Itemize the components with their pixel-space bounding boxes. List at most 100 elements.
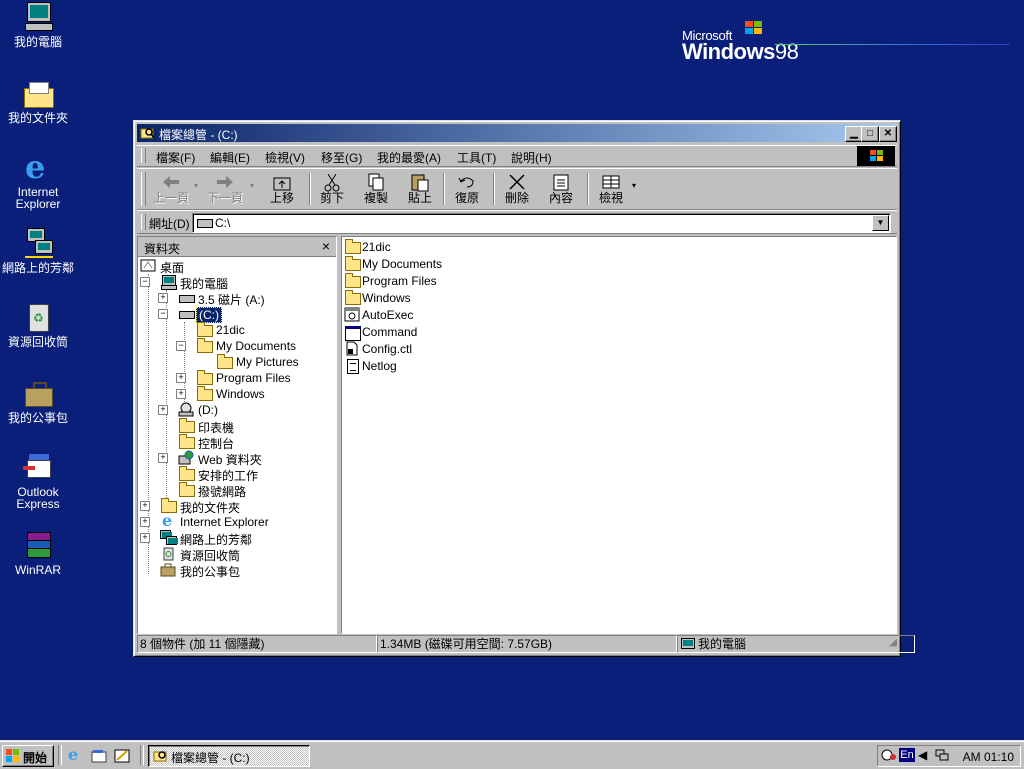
batch-file-icon xyxy=(344,307,360,322)
expand-icon[interactable]: + xyxy=(176,373,186,383)
up-button[interactable]: 上移 xyxy=(260,171,304,207)
status-size: 1.34MB (磁碟可用空間: 7.57GB) xyxy=(377,635,677,653)
cut-button[interactable]: 剪下 xyxy=(310,171,354,207)
network-tray-icon[interactable] xyxy=(934,748,950,762)
scheduler-tray-icon[interactable] xyxy=(881,748,897,762)
expand-icon[interactable]: + xyxy=(140,501,150,511)
windows-logo-icon xyxy=(857,146,895,166)
collapse-icon[interactable]: − xyxy=(176,341,186,351)
network-icon xyxy=(21,228,55,260)
taskbar-separator xyxy=(140,745,144,765)
drive-icon xyxy=(197,219,213,228)
back-button[interactable]: 上一頁 xyxy=(149,171,193,207)
copy-button[interactable]: 複製 xyxy=(354,171,398,207)
computer-icon xyxy=(160,274,177,290)
cd-drive-icon xyxy=(178,402,194,417)
folders-pane-close-button[interactable]: × xyxy=(322,238,330,254)
paste-icon xyxy=(409,172,431,192)
back-dropdown-icon[interactable]: ▾ xyxy=(194,181,198,190)
computer-icon xyxy=(681,638,695,650)
forward-arrow-icon xyxy=(214,172,236,192)
menu-edit[interactable]: 編輯(E) xyxy=(210,149,250,166)
resize-grip[interactable]: ◢ xyxy=(889,637,897,648)
address-label: 網址(D) xyxy=(149,217,190,231)
desktop-icon-network[interactable]: 網路上的芳鄰 xyxy=(0,228,78,274)
menu-help[interactable]: 說明(H) xyxy=(511,149,552,166)
collapse-icon[interactable]: − xyxy=(140,277,150,287)
windows-flag-icon xyxy=(6,749,19,762)
forward-button[interactable]: 下一頁 xyxy=(203,171,247,207)
dialup-icon xyxy=(178,482,195,497)
expand-icon[interactable]: + xyxy=(158,453,168,463)
folders-pane-header: 資料夾 × xyxy=(138,237,336,257)
minimize-icon: ▁ xyxy=(850,128,858,139)
language-indicator[interactable]: En xyxy=(899,748,915,762)
desktop-icon-winrar[interactable]: WinRAR xyxy=(0,530,78,576)
explorer-icon xyxy=(140,128,155,139)
expand-icon[interactable]: + xyxy=(158,405,168,415)
brand-windows: Windows98 xyxy=(682,39,799,64)
desktop-icon-internet-explorer[interactable]: e Internet Explorer xyxy=(0,151,78,210)
briefcase-icon xyxy=(21,378,55,410)
address-input[interactable]: C:\ ▼ xyxy=(192,213,891,233)
views-dropdown-icon[interactable]: ▾ xyxy=(632,181,636,190)
expand-icon[interactable]: + xyxy=(158,293,168,303)
close-button[interactable]: ✕ xyxy=(879,126,897,142)
title-bar[interactable]: 檔案總管 - (C:) ▁ □ ✕ xyxy=(137,124,897,142)
menu-favorites[interactable]: 我的最愛(A) xyxy=(377,149,441,166)
properties-button[interactable]: 內容 xyxy=(539,171,583,207)
delete-button[interactable]: 刪除 xyxy=(495,171,539,207)
expand-icon[interactable]: + xyxy=(176,389,186,399)
addressbar-grip[interactable] xyxy=(141,214,146,230)
expand-icon[interactable]: + xyxy=(140,517,150,527)
volume-icon[interactable]: ◀ xyxy=(918,748,927,762)
desktop-icon-outlook-express[interactable]: Outlook Express xyxy=(0,452,78,510)
close-icon: ✕ xyxy=(883,128,893,139)
program-icon xyxy=(344,324,361,341)
folder-icon xyxy=(21,78,55,110)
start-button[interactable]: 開始 xyxy=(2,745,54,767)
quicklaunch-outlook-icon[interactable] xyxy=(91,748,107,764)
views-button[interactable]: 檢視 xyxy=(589,171,633,207)
folder-icon xyxy=(344,273,361,288)
brand-line xyxy=(775,44,1010,45)
paste-button[interactable]: 貼上 xyxy=(398,171,442,207)
copy-icon xyxy=(365,172,387,192)
menu-file[interactable]: 檔案(F) xyxy=(156,149,195,166)
system-tray: En ◀ AM 01:10 xyxy=(877,745,1021,767)
forward-dropdown-icon[interactable]: ▾ xyxy=(250,181,254,190)
status-location: 我的電腦 xyxy=(677,635,915,653)
briefcase-icon xyxy=(160,562,176,577)
maximize-button[interactable]: □ xyxy=(861,126,879,142)
desktop-icon-my-documents[interactable]: 我的文件夾 xyxy=(0,78,78,124)
standard-toolbar: 上一頁 ▾ 下一頁 ▾ 上移 剪下 複製 貼上 復原 刪除 內容 檢視 ▾ xyxy=(137,168,897,210)
recycle-bin-icon xyxy=(160,546,176,561)
desktop-icon-label: Outlook Express xyxy=(16,485,60,511)
desktop-icon-briefcase[interactable]: 我的公事包 xyxy=(0,378,78,424)
address-bar: 網址(D) C:\ ▼ xyxy=(137,210,897,234)
address-dropdown-button[interactable]: ▼ xyxy=(872,215,889,231)
menu-view[interactable]: 檢視(V) xyxy=(265,149,305,166)
folder-icon xyxy=(216,354,233,369)
menu-bar: 檔案(F) 編輯(E) 檢視(V) 移至(G) 我的最愛(A) 工具(T) 說明… xyxy=(137,145,897,167)
desktop-icon-my-computer[interactable]: 我的電腦 xyxy=(0,2,78,48)
clock[interactable]: AM 01:10 xyxy=(963,750,1014,764)
expand-icon[interactable]: + xyxy=(140,533,150,543)
winrar-icon xyxy=(21,530,55,562)
toolbar-grip[interactable] xyxy=(141,172,146,206)
taskbar-button-explorer[interactable]: 檔案總管 - (C:) xyxy=(148,745,310,767)
explorer-window[interactable]: 檔案總管 - (C:) ▁ □ ✕ 檔案(F) 編輯(E) 檢視(V) 移至(G… xyxy=(133,120,915,657)
up-folder-icon xyxy=(271,172,293,192)
menu-tools[interactable]: 工具(T) xyxy=(457,149,496,166)
hard-drive-icon xyxy=(178,306,195,321)
undo-button[interactable]: 復原 xyxy=(445,171,489,207)
quicklaunch-show-desktop-icon[interactable] xyxy=(114,748,130,764)
menubar-grip[interactable] xyxy=(141,148,146,163)
quicklaunch-internet-explorer-icon[interactable]: e xyxy=(68,747,84,764)
collapse-icon[interactable]: − xyxy=(158,309,168,319)
printers-folder-icon xyxy=(178,418,195,433)
desktop-icon-recycle-bin[interactable]: ♻ 資源回收筒 xyxy=(0,302,78,348)
desktop-icon xyxy=(140,258,156,273)
menu-go[interactable]: 移至(G) xyxy=(321,149,362,166)
recycle-bin-icon: ♻ xyxy=(21,302,55,334)
